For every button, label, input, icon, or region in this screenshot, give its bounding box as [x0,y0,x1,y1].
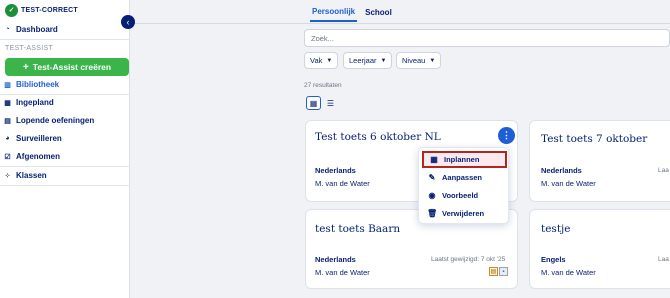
sidebar-item-label: Afgenomen [16,152,60,161]
sidebar-item-ingepland[interactable]: ▦ Ingepland [3,98,54,107]
card-title[interactable]: Test toets 7 oktober [541,133,647,145]
menu-item-label: Voorbeeld [442,191,479,200]
card-title[interactable]: Test toets 6 oktober NL [315,131,441,143]
sidebar-divider [0,39,130,40]
sidebar-item-afgenomen[interactable]: ☑ Afgenomen [3,152,60,161]
caret-down-icon: ▼ [429,57,436,64]
logo-text: TEST-CORRECT [21,6,78,14]
filter-niveau[interactable]: Niveau ▼ [396,52,442,69]
tab-bar: Persoonlijk School [310,3,400,25]
menu-item-inplannen[interactable]: ▦ Inplannen [422,151,507,168]
tab-persoonlijk[interactable]: Persoonlijk [310,3,358,22]
create-button-label: Test-Assist creëren [32,62,112,72]
trash-icon: 🗑 [427,209,438,218]
card-subject: Engels [541,255,566,264]
card-author: M. van de Water [541,268,596,277]
card-subject: Nederlands [315,166,356,175]
card-title[interactable]: testje [541,223,571,235]
document-icon: ▤ [489,267,498,276]
card-author: M. van de Water [315,179,370,188]
filter-vak[interactable]: Vak ▼ [304,52,339,69]
search-placeholder: Zoek... [311,33,334,43]
sidebar-item-surveilleren[interactable]: ◕ Surveilleren [3,134,62,143]
filter-label: Vak [310,56,323,65]
sidebar-divider [0,166,130,167]
library-icon: ▥ [4,81,11,89]
caret-down-icon: ▼ [380,57,387,64]
collapse-sidebar-button[interactable]: ‹ [121,15,135,29]
sidebar-item-bibliotheek[interactable]: ▥ Bibliotheek [3,80,59,89]
sidebar-item-label: Dashboard [16,25,58,34]
results-count: 27 resultaten [304,82,342,89]
list-view-button[interactable]: ☰ [323,96,338,110]
grid-icon: ▦ [309,98,318,108]
card-author: M. van de Water [541,179,596,188]
calendar-icon: ▦ [4,99,11,107]
badge-icons: ▤ ▪ [489,267,509,276]
logo-badge-icon: ✓ [5,3,18,17]
image-icon: ▪ [499,267,508,276]
caret-down-icon: ▼ [326,57,333,64]
eye-icon: ◉ [428,191,436,200]
calendar-icon: ▦ [430,155,438,164]
sidebar-divider [0,94,130,95]
classes-icon: ⁘ [4,172,11,180]
menu-item-label: Inplannen [444,155,480,164]
sidebar-item-dashboard[interactable]: ◔ Dashboard [3,25,58,34]
create-test-assist-button[interactable]: + Test-Assist creëren [5,58,129,76]
card-date: Laa [658,167,669,174]
menu-item-label: Verwijderen [442,209,485,218]
sidebar-item-label: Lopende oefeningen [16,116,95,125]
dashboard-icon: ◔ [5,26,10,33]
card-date: Laatst gewijzigd: 7 okt '25 [431,256,506,263]
sidebar-item-label: Klassen [16,171,47,180]
tab-divider [131,23,670,24]
surveillance-icon: ◕ [5,135,10,142]
filter-label: Leerjaar [349,56,377,65]
menu-item-voorbeeld[interactable]: ◉ Voorbeeld [422,187,507,204]
list-icon: ☰ [326,98,335,108]
tab-school[interactable]: School [363,3,394,22]
test-card[interactable]: testje Engels Laa M. van de Water [529,209,670,289]
taken-icon: ☑ [4,153,11,161]
logo[interactable]: ✓ TEST-CORRECT [5,3,78,17]
sidebar-item-label: Surveilleren [16,134,62,143]
kebab-icon: ⋮ [502,130,511,140]
filter-label: Niveau [402,56,426,65]
sidebar: ✓ TEST-CORRECT ◔ Dashboard TEST-ASSIST +… [0,0,130,298]
search-input[interactable]: Zoek... [304,29,670,47]
sidebar-item-label: Ingepland [16,98,54,107]
plus-icon: + [22,61,29,73]
card-subject: Nederlands [315,255,356,264]
sidebar-item-klassen[interactable]: ⁘ Klassen [3,171,47,180]
test-card[interactable]: Test toets 7 oktober Nederlands Laa M. v… [529,120,670,202]
menu-item-label: Aanpassen [442,173,483,182]
section-label: TEST-ASSIST [5,45,54,52]
chevron-left-icon: ‹ [126,17,130,27]
sidebar-item-lopende-oefeningen[interactable]: ▤ Lopende oefeningen [3,116,94,125]
menu-item-verwijderen[interactable]: 🗑 Verwijderen [422,205,507,222]
sidebar-divider [0,185,130,186]
pencil-icon: ✎ [428,173,436,182]
filter-leerjaar[interactable]: Leerjaar ▼ [343,52,393,69]
card-options-menu: ▦ Inplannen ✎ Aanpassen ◉ Voorbeeld 🗑 Ve… [418,147,509,224]
card-date: Laa [658,256,669,263]
card-title[interactable]: test toets Baarn [315,223,400,235]
sidebar-item-label: Bibliotheek [16,80,60,89]
more-options-button[interactable]: ⋮ [498,127,515,144]
card-subject: Nederlands [541,166,582,175]
running-exercises-icon: ▤ [4,117,11,125]
menu-item-aanpassen[interactable]: ✎ Aanpassen [422,169,507,186]
grid-view-button[interactable]: ▦ [306,96,321,110]
card-author: M. van de Water [315,268,370,277]
